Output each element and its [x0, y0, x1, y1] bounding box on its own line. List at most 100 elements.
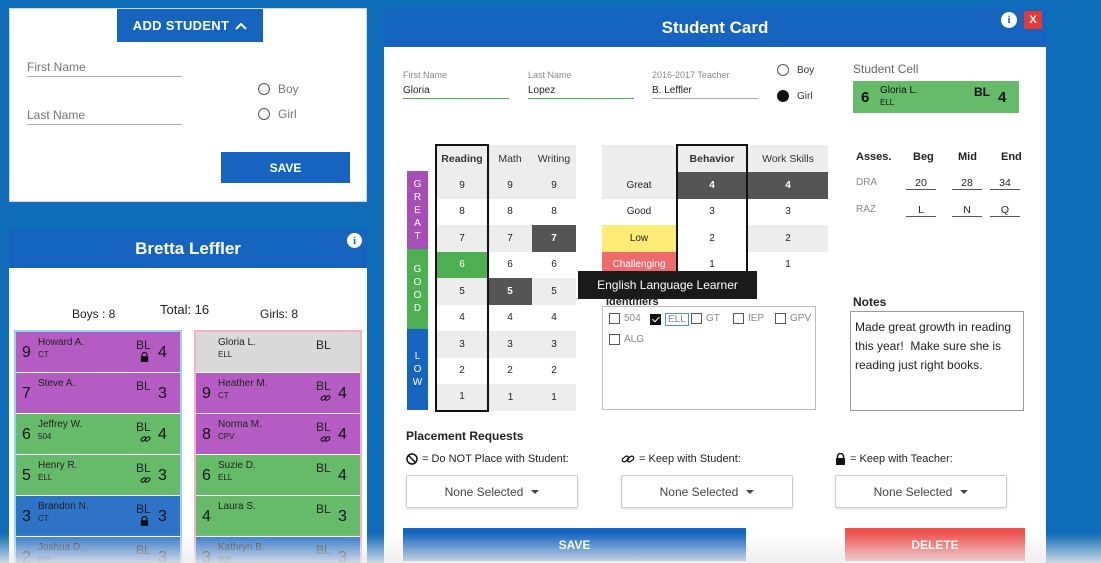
- dropdown-value: None Selected: [659, 484, 739, 499]
- student-id: ELL: [218, 473, 233, 482]
- academic-cell[interactable]: 1: [532, 384, 576, 411]
- student-card-item[interactable]: 2 Joshua D. IEP BL 3: [16, 537, 180, 563]
- work-skills-cell[interactable]: 4: [747, 172, 828, 199]
- academic-cell[interactable]: 1: [435, 384, 489, 412]
- student-card-item[interactable]: 9 Heather M. CT BL 4: [196, 373, 360, 414]
- last-name-value[interactable]: Lopez: [528, 85, 634, 99]
- card-delete-button[interactable]: DELETE: [845, 528, 1025, 561]
- boy-radio[interactable]: Boy: [258, 82, 299, 96]
- behavior-cell[interactable]: 3: [676, 198, 748, 225]
- academic-cell[interactable]: 7: [435, 225, 489, 252]
- student-card-item[interactable]: 6 Jeffrey W. 504 BL 4: [16, 414, 180, 455]
- keep-teacher-legend: = Keep with Teacher:: [835, 453, 953, 465]
- student-card-item[interactable]: 3 Kathryn B. IEP BL 3: [196, 537, 360, 563]
- student-card-item[interactable]: 5 Henry R. ELL BL 3: [16, 455, 180, 496]
- academic-cell[interactable]: 6: [435, 251, 489, 278]
- card-save-button[interactable]: SAVE: [403, 528, 746, 561]
- student-id: ELL: [218, 350, 233, 359]
- last-name-input[interactable]: [27, 105, 182, 125]
- identifier-label: ELL: [665, 313, 689, 326]
- academic-header: Reading: [435, 144, 489, 172]
- add-save-button[interactable]: SAVE: [221, 152, 350, 183]
- academic-cell[interactable]: 8: [488, 198, 532, 225]
- teacher-value[interactable]: B. Leffler: [652, 85, 758, 99]
- academic-cell[interactable]: 4: [435, 304, 489, 331]
- assess-value[interactable]: 34: [990, 177, 1020, 190]
- card-boy-radio[interactable]: Boy: [777, 64, 814, 76]
- do-not-place-text: = Do NOT Place with Student:: [422, 453, 569, 465]
- student-card-title: Student Card: [661, 18, 769, 37]
- assess-value[interactable]: Q: [990, 204, 1020, 217]
- work-skills-cell[interactable]: 1: [747, 251, 828, 278]
- identifier-checkbox-504[interactable]: 504: [609, 313, 641, 324]
- chevron-up-icon: [235, 22, 247, 30]
- identifier-checkbox-gt[interactable]: GT: [691, 313, 720, 324]
- academic-cell[interactable]: 2: [532, 357, 576, 384]
- student-card-item[interactable]: 6 Suzie D. ELL BL 4: [196, 455, 360, 496]
- academic-cell[interactable]: 2: [435, 357, 489, 384]
- academic-cell[interactable]: 3: [435, 331, 489, 358]
- assess-value[interactable]: N: [952, 204, 982, 217]
- student-bl: BL: [136, 502, 151, 516]
- assess-value[interactable]: 20: [906, 177, 936, 190]
- student-name: Gloria L.: [218, 337, 256, 348]
- student-card-item[interactable]: 7 Steve A. BL 3: [16, 373, 180, 414]
- identifier-checkbox-gpv[interactable]: GPV: [775, 313, 811, 324]
- close-button[interactable]: X: [1024, 11, 1042, 29]
- student-card-item[interactable]: 9 Howard A. CT BL 4: [16, 332, 180, 373]
- identifier-checkbox-iep[interactable]: IEP: [733, 313, 764, 324]
- behavior-cell[interactable]: 2: [676, 225, 748, 252]
- first-name-value[interactable]: Gloria: [403, 85, 509, 99]
- student-num: 4: [338, 426, 347, 443]
- work-skills-cell[interactable]: 2: [747, 225, 828, 252]
- identifier-checkbox-alg[interactable]: ALG: [609, 334, 644, 345]
- academic-cell[interactable]: 7: [488, 225, 532, 252]
- do-not-place-dropdown[interactable]: None Selected: [406, 475, 578, 508]
- lock-icon: [140, 351, 149, 365]
- work-skills-cell[interactable]: 3: [747, 198, 828, 225]
- academic-cell[interactable]: 6: [488, 251, 532, 278]
- academic-cell[interactable]: 4: [488, 304, 532, 331]
- academic-cell[interactable]: 9: [435, 172, 489, 199]
- academic-cell[interactable]: 5: [532, 278, 576, 305]
- info-icon[interactable]: i: [1001, 12, 1017, 28]
- academic-cell[interactable]: 9: [488, 172, 532, 199]
- student-bl: BL: [316, 502, 331, 516]
- student-card-item[interactable]: 8 Norma M. CPV BL 4: [196, 414, 360, 455]
- student-card-item[interactable]: 3 Brandon N. CT BL 3: [16, 496, 180, 537]
- assess-value[interactable]: L: [906, 204, 936, 217]
- keep-student-dropdown[interactable]: None Selected: [621, 475, 793, 508]
- behavior-cell[interactable]: 4: [676, 172, 748, 199]
- girls-column: Gloria L. ELL BL 9 Heather M. CT BL 4 8 Norma M. C…: [194, 330, 362, 563]
- keep-teacher-dropdown[interactable]: None Selected: [835, 475, 1007, 508]
- info-icon[interactable]: i: [347, 233, 362, 248]
- student-id: CT: [38, 350, 49, 359]
- student-card-item[interactable]: Gloria L. ELL BL: [196, 332, 360, 373]
- academic-cell[interactable]: 3: [488, 331, 532, 358]
- add-student-toggle-button[interactable]: ADD STUDENT: [117, 9, 263, 42]
- first-name-input[interactable]: [27, 57, 182, 77]
- student-num: 3: [338, 508, 347, 525]
- notes-textarea[interactable]: Made great growth in reading this year! …: [850, 311, 1024, 411]
- academic-cell[interactable]: 6: [532, 251, 576, 278]
- checkbox-checked-icon: [650, 314, 661, 325]
- academic-cell[interactable]: 2: [488, 357, 532, 384]
- girl-radio[interactable]: Girl: [258, 107, 297, 121]
- academic-cell[interactable]: 1: [488, 384, 532, 411]
- student-name: Jeffrey W.: [38, 419, 83, 430]
- card-girl-radio[interactable]: Girl: [777, 90, 813, 102]
- academic-cell[interactable]: 8: [532, 198, 576, 225]
- identifier-checkbox-ell[interactable]: ELL: [650, 313, 689, 326]
- assess-value[interactable]: 28: [952, 177, 982, 190]
- academic-cell[interactable]: 3: [532, 331, 576, 358]
- student-bl: BL: [136, 543, 151, 557]
- academic-cell[interactable]: 4: [532, 304, 576, 331]
- student-card-item[interactable]: 4 Laura S. BL 3: [196, 496, 360, 537]
- academic-cell[interactable]: 7: [532, 225, 576, 252]
- academic-cell[interactable]: 5: [488, 278, 532, 305]
- academic-cell[interactable]: 8: [435, 198, 489, 225]
- academic-cell[interactable]: 9: [532, 172, 576, 199]
- radio-icon: [777, 64, 789, 76]
- academic-cell[interactable]: 5: [435, 278, 489, 305]
- band-low: LOW: [407, 329, 428, 410]
